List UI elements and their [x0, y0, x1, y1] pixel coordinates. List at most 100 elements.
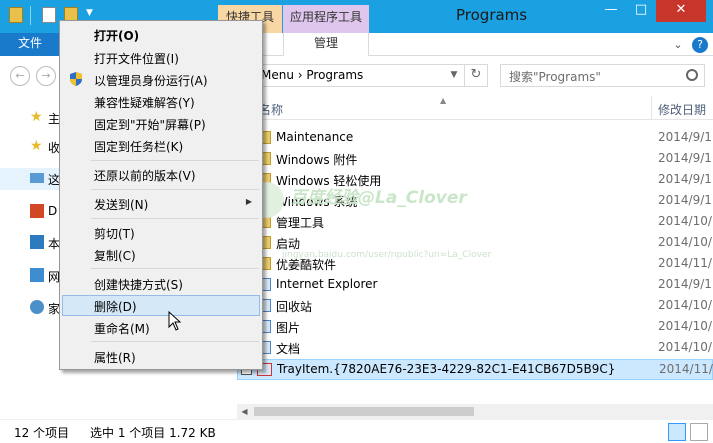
menu-separator [91, 268, 259, 269]
minimize-button[interactable]: — [596, 0, 626, 22]
folder-icon[interactable] [9, 7, 23, 23]
contextual-tab-app-tools: 应用程序工具 [283, 5, 369, 33]
selection-info: 选中 1 个项目 1.72 KB [90, 426, 216, 440]
mouse-cursor-icon [168, 311, 182, 331]
chevron-down-icon[interactable]: ▼ [446, 64, 462, 87]
menu-item-label: 还原以前的版本(V) [94, 169, 196, 183]
close-button[interactable]: ✕ [656, 0, 706, 22]
submenu-arrow-icon: ▶ [245, 197, 252, 206]
menu-item-label: 打开(O) [94, 29, 140, 43]
menu-item-rename[interactable]: 重命名(M) [62, 317, 260, 338]
back-arrow-icon[interactable]: ← [10, 66, 30, 86]
details-view-icon[interactable] [668, 423, 686, 441]
menu-item-label: 属性(R) [94, 351, 136, 365]
menu-item-delete[interactable]: 删除(D) [62, 295, 260, 316]
list-item-selected[interactable]: ✓ TrayItem.{7820AE76-23E3-4229-82C1-E41C… [237, 359, 713, 380]
menu-item-cut[interactable]: 剪切(T) [62, 222, 260, 243]
item-date: 2014/9/1 [658, 130, 712, 144]
menu-item-pin-taskbar[interactable]: 固定到任务栏(K) [62, 135, 260, 156]
menu-item-label: 删除(D) [94, 300, 137, 314]
file-list: ▲ 名称 修改日期 Maintenance 2014/9/1 Windows 附… [237, 94, 713, 404]
search-placeholder: 搜索"Programs" [509, 70, 601, 84]
list-item[interactable]: 管理工具 2014/10/ [237, 212, 713, 233]
menu-item-run-as-admin[interactable]: 以管理员身份运行(A) [62, 69, 260, 90]
forward-arrow-icon[interactable]: → [36, 66, 56, 86]
network-icon [30, 235, 44, 249]
menu-separator [91, 189, 259, 190]
search-icon [686, 69, 698, 81]
search-input[interactable]: 搜索"Programs" [500, 64, 705, 87]
list-item[interactable]: Windows 附件 2014/9/1 [237, 149, 713, 170]
item-date: 2014/10/ [658, 340, 712, 354]
scroll-left-icon[interactable]: ◀ [237, 404, 252, 419]
item-date: 2014/10/ [658, 214, 712, 228]
customize-quick-access-icon[interactable]: ▼ [86, 8, 93, 18]
horizontal-scrollbar[interactable]: ◀ [237, 404, 713, 419]
item-date: 2014/9/1 [658, 172, 712, 186]
menu-item-label: 打开文件位置(I) [94, 52, 179, 66]
list-item[interactable]: Maintenance 2014/9/1 [237, 128, 713, 149]
column-divider[interactable] [651, 96, 652, 120]
item-date: 2014/11/ [659, 362, 713, 376]
office-icon [30, 204, 44, 218]
menu-separator [91, 160, 259, 161]
menu-item-send-to[interactable]: 发送到(N) ▶ [62, 193, 260, 214]
maximize-button[interactable]: □ [626, 0, 656, 22]
menu-item-pin-start[interactable]: 固定到"开始"屏幕(P) [62, 113, 260, 134]
item-name: 图片 [276, 321, 301, 335]
network-icon [30, 268, 44, 282]
menu-item-label: 以管理员身份运行(A) [94, 74, 208, 88]
nav-item-office[interactable]: D [0, 201, 60, 223]
menu-item-label: 固定到"开始"屏幕(P) [94, 118, 206, 132]
menu-item-label: 复制(C) [94, 249, 136, 263]
menu-item-create-shortcut[interactable]: 创建快捷方式(S) [62, 273, 260, 294]
chevron-down-icon[interactable]: ⌄ [670, 37, 686, 53]
large-icons-view-icon[interactable] [690, 423, 708, 441]
nav-item-home[interactable]: ★ 主 [0, 107, 60, 129]
item-date: 2014/10/ [658, 235, 712, 249]
nav-item-homegroup[interactable]: 家 [0, 297, 60, 319]
menu-item-restore-versions[interactable]: 还原以前的版本(V) [62, 164, 260, 185]
watermark-url: jingyan.baidu.com/user/npublic?un=La_Clo… [282, 250, 492, 260]
menu-item-compatibility[interactable]: 兼容性疑难解答(Y) [62, 91, 260, 112]
list-item[interactable]: 文档 2014/10/ [237, 338, 713, 359]
watermark-text: 百度经验@La_Clover [290, 188, 467, 208]
nav-item-this-pc[interactable]: 这 [0, 168, 60, 190]
menu-item-properties[interactable]: 属性(R) [62, 346, 260, 367]
item-name: 文档 [276, 342, 301, 356]
window-title: Programs [456, 6, 528, 24]
nav-item-network[interactable]: 网 [0, 265, 60, 287]
column-header-date[interactable]: 修改日期 [658, 101, 706, 118]
scrollbar-thumb[interactable] [254, 407, 474, 416]
context-menu: 打开(O) 打开文件位置(I) 以管理员身份运行(A) 兼容性疑难解答(Y) 固… [59, 20, 263, 370]
menu-item-open[interactable]: 打开(O) [62, 24, 260, 45]
item-date: 2014/10/ [658, 298, 712, 312]
star-icon: ★ [30, 109, 43, 125]
tab-file[interactable]: 文件 [0, 33, 60, 56]
list-item[interactable]: 图片 2014/10/ [237, 317, 713, 338]
menu-item-open-location[interactable]: 打开文件位置(I) [62, 47, 260, 68]
list-item[interactable]: 回收站 2014/10/ [237, 296, 713, 317]
menu-separator [91, 218, 259, 219]
item-name: Internet Explorer [276, 277, 378, 291]
menu-item-copy[interactable]: 复制(C) [62, 244, 260, 265]
item-name: Maintenance [276, 130, 354, 144]
menu-item-label: 发送到(N) [94, 198, 149, 212]
nav-item-favorites[interactable]: ★ 收 [0, 136, 60, 158]
help-icon[interactable]: ? [692, 37, 708, 53]
address-path[interactable]: Menu › Programs [261, 68, 363, 82]
star-icon: ★ [30, 138, 43, 154]
nav-item-label: D [48, 204, 58, 218]
menu-item-label: 兼容性疑难解答(Y) [94, 96, 195, 110]
homegroup-icon [30, 300, 44, 314]
tab-manage[interactable]: 管理 [283, 33, 369, 56]
refresh-icon[interactable]: ↻ [464, 64, 488, 87]
nav-item-local[interactable]: 本 [0, 232, 60, 254]
list-item[interactable]: Internet Explorer 2014/9/1 [237, 275, 713, 296]
item-name: Windows 附件 [276, 153, 358, 167]
item-date: 2014/10/ [658, 319, 712, 333]
menu-item-label: 剪切(T) [94, 227, 135, 241]
item-date: 2014/9/1 [658, 151, 712, 165]
properties-icon[interactable] [42, 7, 56, 23]
menu-item-label: 创建快捷方式(S) [94, 278, 183, 292]
